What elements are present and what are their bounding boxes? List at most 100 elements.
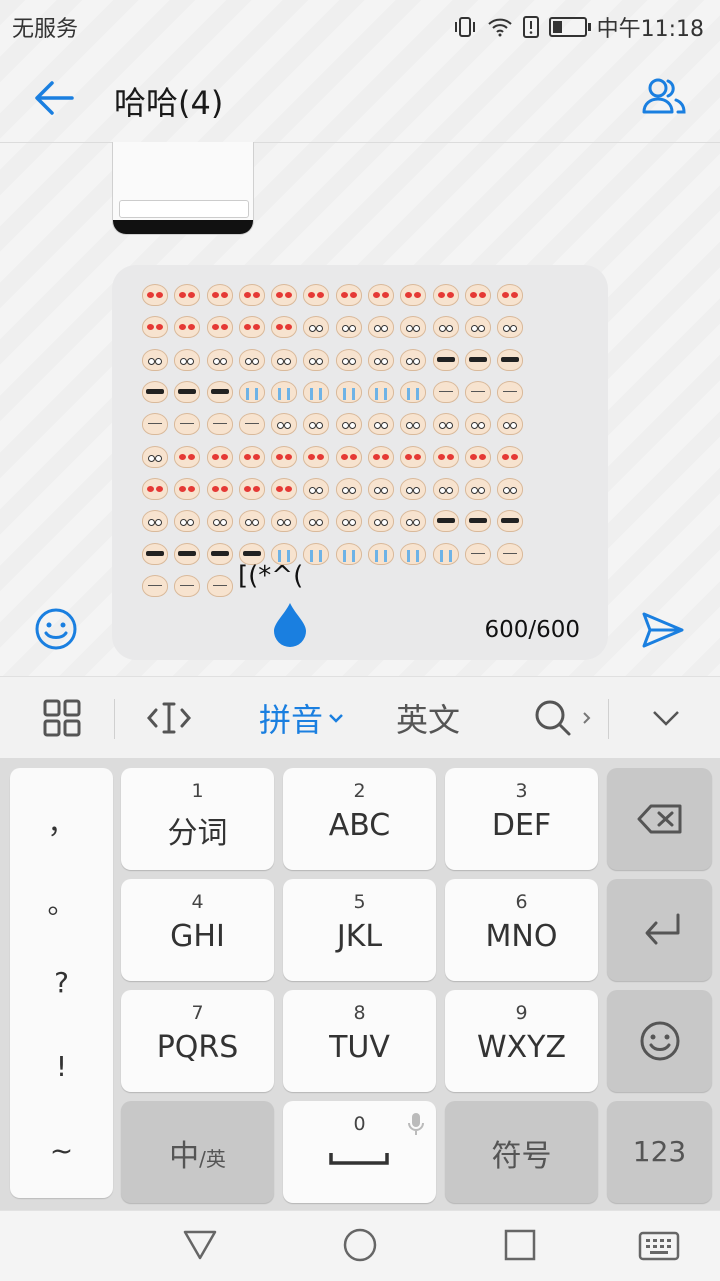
zh-en-label: 中/英 [121, 1131, 274, 1175]
emoji-row [142, 570, 532, 602]
cursor-mode-button[interactable] [136, 677, 202, 759]
bun-heart-emoji-icon [142, 316, 168, 339]
image-message-thumbnail[interactable] [112, 142, 254, 235]
bun-eyes-emoji-icon [303, 477, 330, 500]
key-number: 2 [353, 780, 366, 802]
system-nav-bar [0, 1210, 720, 1281]
symbols-key[interactable]: 符号 [445, 1101, 598, 1203]
enter-key[interactable] [607, 879, 712, 981]
english-mode-button[interactable]: 英文 [382, 677, 474, 759]
bun-eyes-emoji-icon [400, 316, 427, 339]
key-number: 1 [191, 780, 204, 802]
back-triangle-icon[interactable] [182, 1229, 218, 1261]
bun-eyes-emoji-icon [368, 413, 395, 436]
home-circle-icon[interactable] [342, 1227, 378, 1263]
bun-cry-emoji-icon [271, 381, 298, 404]
keyboard-switch-icon[interactable] [638, 1231, 680, 1261]
backspace-key[interactable] [607, 768, 712, 870]
emoji-row [142, 505, 532, 537]
key-4-ghi[interactable]: 4 GHI [121, 879, 274, 981]
key-number: 8 [353, 1002, 366, 1024]
bun-sleep-emoji-icon [238, 413, 265, 436]
bun-eyes-emoji-icon [238, 348, 265, 371]
key-label: MNO [485, 919, 558, 954]
pinyin-label: 拼音 [258, 701, 323, 739]
bun-heart-emoji-icon [206, 477, 233, 500]
key-6-mno[interactable]: 6 MNO [445, 879, 598, 981]
key-label: GHI [170, 919, 225, 954]
symbol-column[interactable]: ， 。 ? ! ~ [10, 768, 113, 1198]
hide-keyboard-button[interactable] [636, 677, 696, 759]
zh-label: 中 [169, 1139, 200, 1174]
key-2-abc[interactable]: 2 ABC [283, 768, 436, 870]
bun-cry-emoji-icon [238, 381, 265, 404]
recents-square-icon[interactable] [504, 1229, 536, 1261]
bun-heart-emoji-icon [303, 445, 330, 468]
key-5-jkl[interactable]: 5 JKL [283, 879, 436, 981]
send-icon[interactable] [640, 610, 686, 650]
bun-eyes-emoji-icon [335, 510, 362, 533]
keyboard-menu-button[interactable] [30, 677, 94, 759]
bun-cool-emoji-icon [174, 542, 201, 565]
pinyin-mode-button[interactable]: 拼音 [252, 677, 352, 759]
numbers-label: 123 [632, 1135, 687, 1168]
symbol-key[interactable]: 。 [10, 882, 113, 922]
bun-eyes-emoji-icon [335, 316, 362, 339]
bun-heart-emoji-icon [174, 316, 201, 339]
bun-eyes-emoji-icon [335, 413, 362, 436]
bun-heart-emoji-icon [432, 284, 459, 307]
symbol-key[interactable]: ~ [10, 1134, 113, 1167]
bun-eyes-emoji-icon [400, 510, 427, 533]
bun-cry-emoji-icon [303, 542, 330, 565]
bun-eyes-emoji-icon [368, 477, 395, 500]
back-arrow-icon[interactable] [32, 78, 76, 118]
symbol-key[interactable]: ! [10, 1050, 113, 1083]
message-input-bubble[interactable]: [(*^( 600/600 [112, 265, 608, 660]
emoji-button-icon[interactable] [34, 607, 78, 651]
zh-en-switch-key[interactable]: 中/英 [121, 1101, 274, 1203]
emoji-row [142, 279, 532, 311]
bun-eyes-emoji-icon [368, 316, 395, 339]
numbers-key[interactable]: 123 [607, 1101, 712, 1203]
symbol-key[interactable]: ， [10, 802, 113, 842]
space-bar-icon [329, 1153, 389, 1165]
space-key[interactable]: 0 [283, 1101, 436, 1203]
key-label: ABC [328, 808, 391, 843]
bun-eyes-emoji-icon [142, 510, 168, 533]
key-8-tuv[interactable]: 8 TUV [283, 990, 436, 1092]
bun-eyes-emoji-icon [206, 510, 233, 533]
toolbar-divider [608, 699, 609, 739]
key-label: 分词 [167, 816, 228, 851]
bun-cool-emoji-icon [497, 510, 524, 533]
bun-eyes-emoji-icon [497, 477, 524, 500]
bun-cry-emoji-icon [368, 381, 395, 404]
bun-heart-emoji-icon [497, 445, 524, 468]
character-counter: 600/600 [484, 617, 580, 643]
bun-heart-emoji-icon [174, 284, 201, 307]
key-7-pqrs[interactable]: 7 PQRS [121, 990, 274, 1092]
toolbar-divider [114, 699, 115, 739]
bun-heart-emoji-icon [303, 284, 330, 307]
key-3-def[interactable]: 3 DEF [445, 768, 598, 870]
bun-heart-emoji-icon [432, 445, 459, 468]
symbol-key[interactable]: ? [10, 966, 113, 999]
bun-eyes-emoji-icon [142, 348, 168, 371]
bun-heart-emoji-icon [497, 284, 524, 307]
bun-cool-emoji-icon [497, 348, 524, 371]
bun-sleep-emoji-icon [464, 381, 491, 404]
bun-heart-emoji-icon [400, 284, 427, 307]
emoji-content [142, 279, 532, 602]
emoji-row [142, 440, 532, 472]
cursor-move-icon [147, 702, 191, 734]
key-9-wxyz[interactable]: 9 WXYZ [445, 990, 598, 1092]
text-cursor-handle-icon[interactable] [270, 601, 310, 647]
bun-cry-emoji-icon [303, 381, 330, 404]
key-number: 7 [191, 1002, 204, 1024]
bun-heart-emoji-icon [174, 445, 201, 468]
bun-eyes-emoji-icon [400, 348, 427, 371]
emoji-key[interactable] [607, 990, 712, 1092]
key-1-fenci[interactable]: 1 分词 [121, 768, 274, 870]
keyboard-toolbar: 拼音 英文 [0, 676, 720, 759]
group-members-icon[interactable] [640, 76, 688, 116]
keyboard-search-button[interactable] [524, 677, 600, 759]
